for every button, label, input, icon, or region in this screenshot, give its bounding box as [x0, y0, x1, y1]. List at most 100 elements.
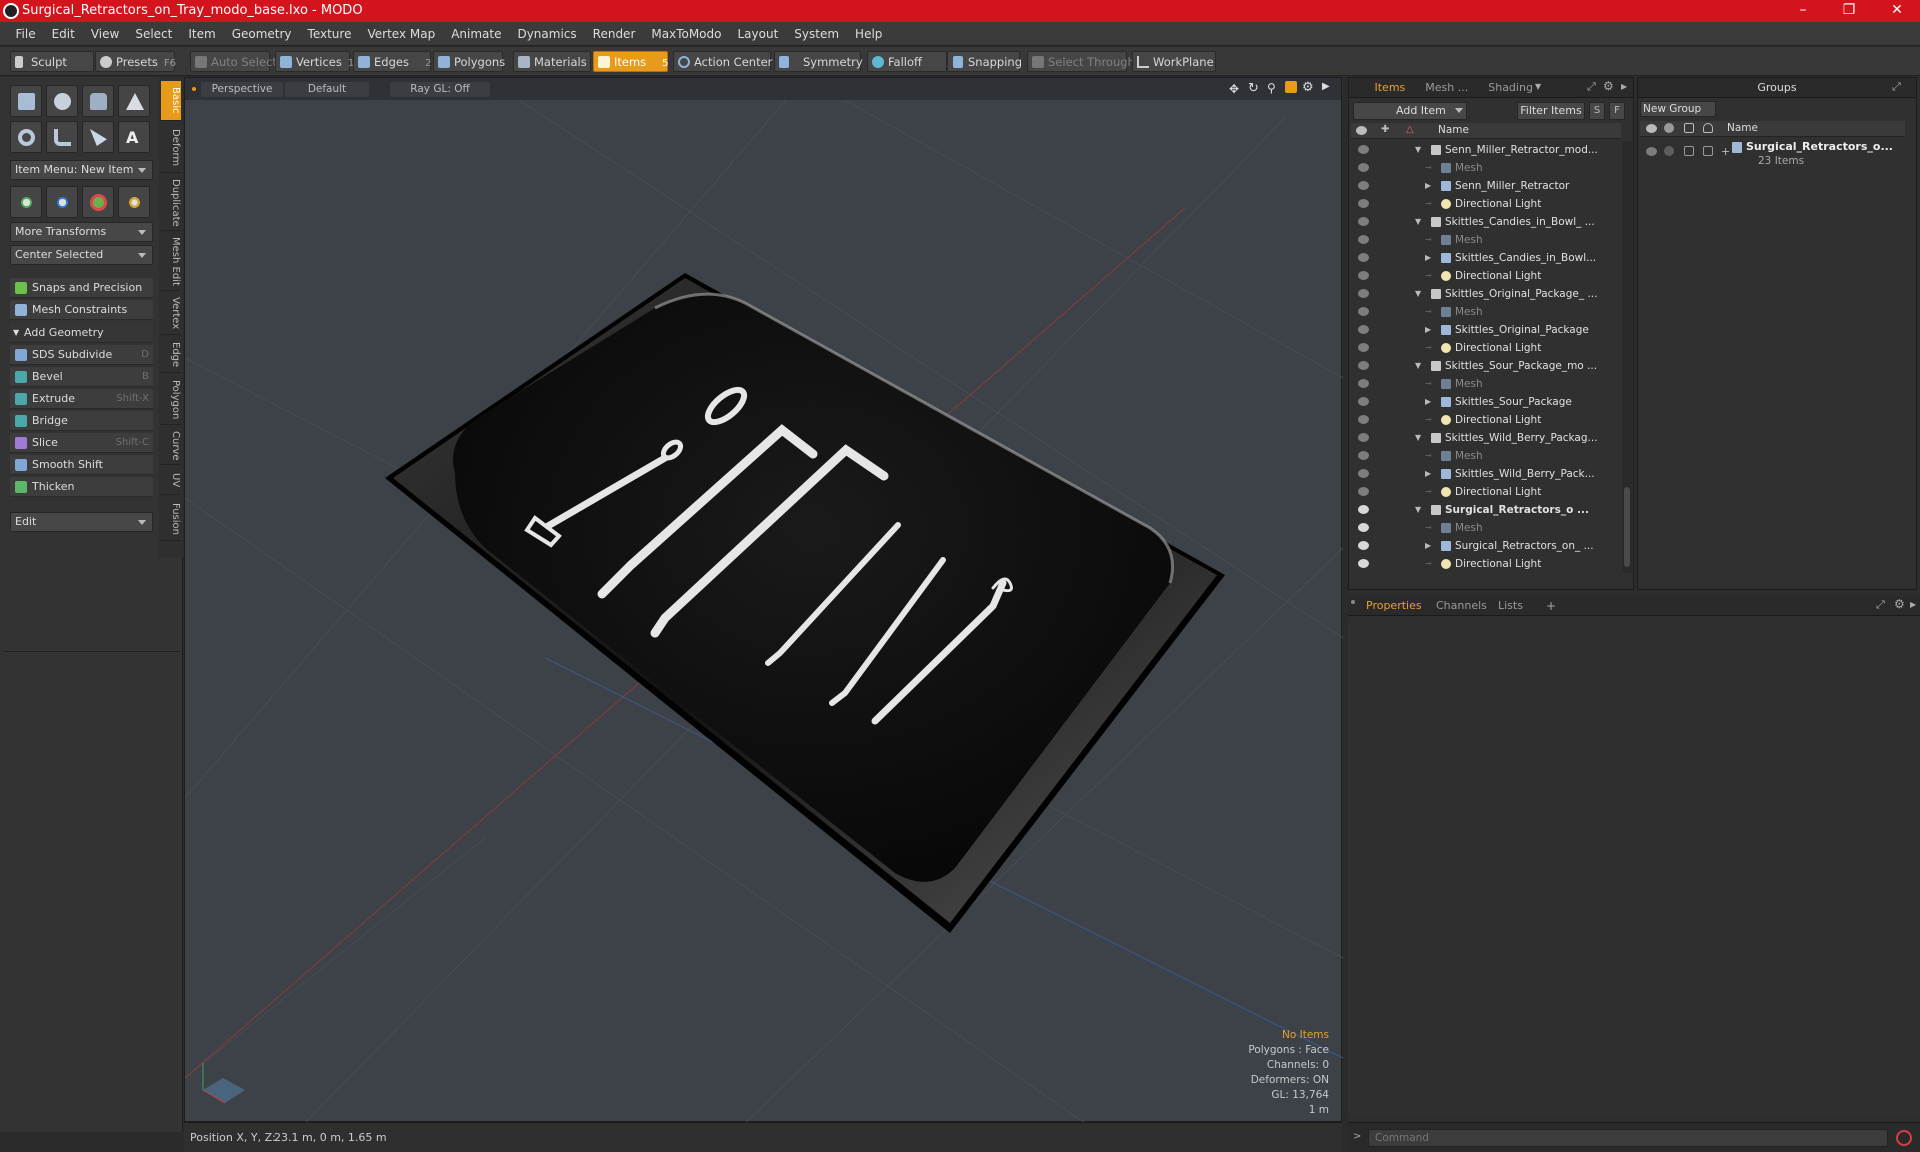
item-row[interactable]: → Mesh: [1351, 159, 1621, 177]
close-button[interactable]: ✕: [1874, 0, 1920, 22]
visibility-eye-icon[interactable]: [1358, 235, 1369, 244]
item-row[interactable]: → Mesh: [1351, 447, 1621, 465]
item-row[interactable]: → Mesh: [1351, 519, 1621, 537]
expand-arrow-icon[interactable]: ▶: [1425, 465, 1431, 483]
f-button[interactable]: F: [1609, 102, 1625, 120]
tab-mesh-edit[interactable]: Mesh Edit: [161, 233, 181, 291]
pen-tool-button[interactable]: [46, 121, 78, 153]
menu-vertex-map[interactable]: Vertex Map: [359, 22, 443, 46]
viewport-menu-dot-icon[interactable]: [192, 87, 196, 91]
properties-gear-icon[interactable]: ⚙: [1894, 597, 1905, 611]
edges-button[interactable]: Edges 2: [353, 51, 431, 72]
items-scrollbar[interactable]: [1622, 141, 1632, 573]
extrude-button[interactable]: Extrude Shift-X: [10, 389, 153, 409]
command-input[interactable]: [1368, 1129, 1888, 1147]
menu-select[interactable]: Select: [127, 22, 180, 46]
visibility-eye-icon[interactable]: [1358, 145, 1369, 154]
maximize-button[interactable]: ❐: [1826, 0, 1872, 22]
group-render-toggle[interactable]: [1664, 146, 1674, 156]
item-row[interactable]: → Directional Light: [1351, 483, 1621, 501]
visibility-eye-icon[interactable]: [1358, 325, 1369, 334]
minimize-button[interactable]: –: [1780, 0, 1826, 22]
collapse-arrow-icon[interactable]: ▼: [1415, 429, 1421, 447]
record-macro-icon[interactable]: [1896, 1130, 1912, 1146]
view-type-button[interactable]: Perspective: [201, 82, 283, 97]
visibility-eye-icon[interactable]: [1358, 415, 1369, 424]
text-tool-button[interactable]: A: [118, 121, 150, 153]
bridge-button[interactable]: Bridge: [10, 411, 153, 431]
add-tab-button[interactable]: +: [1546, 599, 1556, 613]
group-select-toggle[interactable]: [1703, 146, 1713, 156]
collapse-arrow-icon[interactable]: ▼: [1415, 141, 1421, 159]
workplane-button[interactable]: WorkPlane: [1132, 51, 1216, 72]
tab-items[interactable]: Items: [1365, 78, 1416, 98]
menu-edit[interactable]: Edit: [44, 22, 83, 46]
zoom-icon[interactable]: ⚲: [1267, 81, 1276, 95]
thicken-button[interactable]: Thicken: [10, 477, 153, 497]
expand-arrow-icon[interactable]: ▶: [1425, 537, 1431, 555]
transform-tool-button[interactable]: [118, 186, 150, 218]
materials-button[interactable]: Materials: [513, 51, 591, 72]
menu-file[interactable]: File: [8, 22, 44, 46]
pan-icon[interactable]: ✥: [1229, 82, 1239, 96]
shading-mode-button[interactable]: Default: [285, 82, 369, 97]
item-row[interactable]: → Directional Light: [1351, 195, 1621, 213]
visibility-eye-icon[interactable]: [1358, 361, 1369, 370]
sphere-tool-button[interactable]: [46, 85, 78, 117]
menu-render[interactable]: Render: [585, 22, 644, 46]
visibility-eye-icon[interactable]: [1358, 559, 1369, 568]
expand-arrow-icon[interactable]: ▶: [1425, 393, 1431, 411]
panel-expand-icon[interactable]: ⤢: [1587, 80, 1596, 94]
cylinder-tool-button[interactable]: [82, 85, 114, 117]
tab-mesh[interactable]: Mesh ...: [1415, 78, 1478, 98]
expand-arrow-icon[interactable]: ▶: [1425, 177, 1431, 195]
move-tool-button[interactable]: [10, 186, 42, 218]
item-row[interactable]: ▼ Senn_Miller_Retractor_mod...: [1351, 141, 1621, 159]
item-row[interactable]: → Mesh: [1351, 375, 1621, 393]
presets-button[interactable]: Presets F6: [95, 51, 176, 72]
menu-view[interactable]: View: [83, 22, 127, 46]
curve-tool-button[interactable]: [82, 121, 114, 153]
visibility-eye-icon[interactable]: [1358, 181, 1369, 190]
snaps-precision-button[interactable]: Snaps and Precision: [10, 278, 153, 298]
item-row[interactable]: → Mesh: [1351, 303, 1621, 321]
torus-tool-button[interactable]: [10, 121, 42, 153]
item-row[interactable]: ▼ Skittles_Sour_Package_mo ...: [1351, 357, 1621, 375]
item-row[interactable]: ▼ Skittles_Original_Package_ ...: [1351, 285, 1621, 303]
item-row[interactable]: ▼ Surgical_Retractors_o ...: [1351, 501, 1621, 519]
snapping-button[interactable]: Snapping: [947, 51, 1022, 72]
center-selected-dropdown[interactable]: Center Selected: [10, 245, 153, 265]
rotate-tool-button[interactable]: [46, 186, 78, 218]
tab-deform[interactable]: Deform: [161, 123, 181, 173]
properties-menu-dot-icon[interactable]: [1351, 600, 1355, 604]
falloff-button[interactable]: Falloff: [867, 51, 947, 72]
item-row[interactable]: ▶ Senn_Miller_Retractor: [1351, 177, 1621, 195]
action-center-button[interactable]: Action Center: [673, 51, 772, 72]
group-row[interactable]: + Surgical_Retractors_o... 23 Items: [1640, 140, 1905, 176]
more-transforms-dropdown[interactable]: More Transforms: [10, 222, 153, 242]
tab-uv[interactable]: UV: [161, 467, 181, 495]
cube-tool-button[interactable]: [10, 85, 42, 117]
auto-select-button[interactable]: Auto Select: [190, 51, 277, 72]
item-row[interactable]: ▼ Skittles_Candies_in_Bowl_ ...: [1351, 213, 1621, 231]
item-row[interactable]: ▼ Skittles_Wild_Berry_Packag...: [1351, 429, 1621, 447]
viewport-expand-arrow-icon[interactable]: ▶: [1322, 81, 1330, 92]
tab-properties[interactable]: Properties: [1356, 596, 1432, 616]
tab-vertex[interactable]: Vertex: [161, 293, 181, 335]
menu-system[interactable]: System: [786, 22, 847, 46]
visibility-eye-icon[interactable]: [1358, 343, 1369, 352]
tab-edge[interactable]: Edge: [161, 337, 181, 373]
tab-lists[interactable]: Lists: [1488, 596, 1533, 616]
menu-animate[interactable]: Animate: [443, 22, 509, 46]
properties-expand-icon[interactable]: ⤢: [1876, 598, 1885, 612]
menu-geometry[interactable]: Geometry: [224, 22, 300, 46]
collapse-arrow-icon[interactable]: ▼: [1415, 213, 1421, 231]
menu-dynamics[interactable]: Dynamics: [509, 22, 584, 46]
tab-curve[interactable]: Curve: [161, 427, 181, 465]
visibility-eye-icon[interactable]: [1358, 199, 1369, 208]
menu-texture[interactable]: Texture: [300, 22, 360, 46]
menu-maxtomodo[interactable]: MaxToModo: [643, 22, 729, 46]
items-button[interactable]: Items 5: [593, 51, 669, 72]
items-scrollbar-thumb[interactable]: [1624, 487, 1630, 567]
item-row[interactable]: → Mesh: [1351, 231, 1621, 249]
